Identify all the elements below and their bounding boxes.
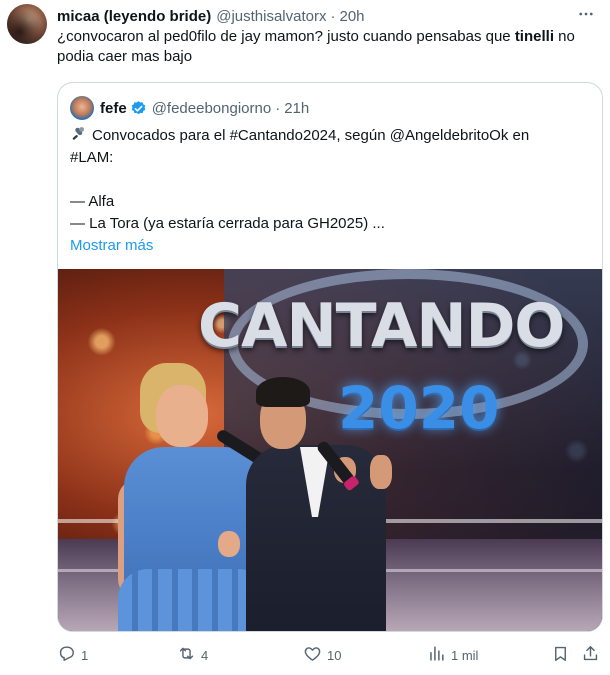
separator-dot: ·: [330, 7, 336, 25]
quoted-author-name[interactable]: fefe: [100, 100, 127, 117]
author-handle[interactable]: @justhisalvatorx: [216, 8, 326, 25]
like-count: 10: [327, 647, 342, 663]
tweet-actions: 1 4 10 1 mil: [57, 642, 602, 668]
quoted-separator-dot: ·: [275, 99, 281, 117]
stage-year-text: 2020: [338, 374, 500, 442]
more-icon[interactable]: [576, 4, 596, 24]
quoted-tweet-text: Convocados para el #Cantando2024, según …: [70, 125, 590, 257]
tweet-text-part1: ¿convocaron al ped0filo de jay mamon? ju…: [57, 28, 515, 45]
presenter-man-hair: [256, 377, 310, 407]
quoted-tweet-time[interactable]: 21h: [284, 100, 309, 117]
share-button[interactable]: [581, 642, 600, 668]
bookmark-button[interactable]: [551, 642, 570, 668]
quoted-media-image[interactable]: CANTANDO 2020: [58, 269, 602, 631]
author-name[interactable]: micaa (leyendo bride): [57, 8, 211, 25]
author-avatar[interactable]: [7, 4, 47, 44]
quoted-line-2: #LAM:: [70, 149, 114, 166]
views-icon: [427, 644, 446, 666]
views-button[interactable]: 1 mil: [427, 642, 478, 668]
verified-icon: [130, 100, 147, 117]
presenter-woman-face: [156, 385, 208, 447]
share-icon: [581, 644, 600, 666]
views-count: 1 mil: [451, 647, 479, 663]
microphone-icon: [70, 125, 88, 143]
tweet-time[interactable]: 20h: [340, 8, 365, 25]
reply-count: 1: [81, 647, 89, 663]
quoted-author-handle[interactable]: @fedeebongiorno: [152, 100, 272, 117]
quoted-line-1: Convocados para el #Cantando2024, según …: [92, 127, 530, 144]
like-button[interactable]: 10: [303, 642, 341, 668]
tweet-text: ¿convocaron al ped0filo de jay mamon? ju…: [57, 27, 602, 67]
quoted-author-avatar[interactable]: [70, 96, 94, 120]
tweet[interactable]: micaa (leyendo bride) @justhisalvatorx ·…: [0, 0, 610, 675]
heart-icon: [303, 644, 322, 666]
retweet-button[interactable]: 4: [177, 642, 208, 668]
quoted-tweet[interactable]: fefe @fedeebongiorno · 21h Convocados pa…: [57, 82, 603, 632]
bookmark-icon: [551, 644, 570, 666]
show-more-link[interactable]: Mostrar más: [70, 235, 590, 257]
reply-icon: [57, 644, 76, 666]
quoted-line-5: — La Tora (ya estaría cerrada para GH202…: [70, 215, 385, 232]
tweet-header: micaa (leyendo bride) @justhisalvatorx ·…: [57, 6, 600, 26]
quoted-line-4: — Alfa: [70, 193, 115, 210]
quoted-tweet-header: fefe @fedeebongiorno · 21h: [100, 97, 309, 119]
retweet-icon: [177, 644, 196, 666]
retweet-count: 4: [201, 647, 209, 663]
reply-button[interactable]: 1: [57, 642, 88, 668]
tweet-text-bold: tinelli: [514, 28, 554, 45]
stage-logo-text: CANTANDO: [198, 291, 565, 361]
quoted-line-3: [70, 169, 590, 191]
